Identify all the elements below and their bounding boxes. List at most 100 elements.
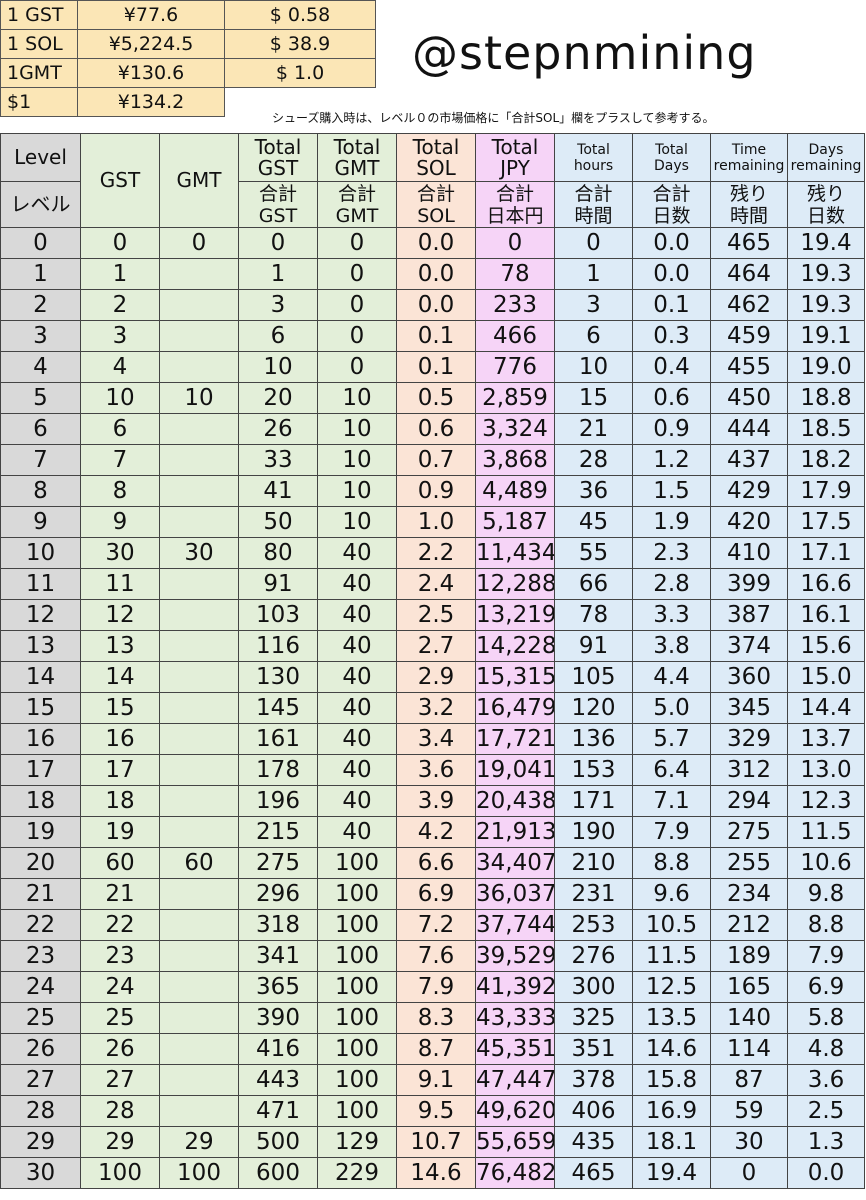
cell-gst: 1 bbox=[80, 258, 160, 290]
cell-total-days: 3.3 bbox=[632, 599, 711, 631]
cell-total-gmt: 0 bbox=[317, 320, 397, 352]
cell-total-hours: 231 bbox=[554, 878, 633, 910]
cell-level: 4 bbox=[0, 351, 81, 383]
table-row: 14 14 130 40 2.9 15,315 105 4.4 360 15.0 bbox=[0, 661, 865, 693]
cell-level: 14 bbox=[0, 661, 81, 693]
cell-total-gmt: 0 bbox=[317, 227, 397, 259]
cell-gmt bbox=[159, 909, 239, 941]
cell-gst: 10 bbox=[80, 382, 160, 414]
cell-total-sol: 6.9 bbox=[396, 878, 476, 910]
cell-total-days: 5.0 bbox=[632, 692, 711, 724]
cell-days-remaining: 18.2 bbox=[787, 444, 865, 476]
header-gmt: GMT bbox=[159, 133, 239, 228]
cell-gst: 23 bbox=[80, 940, 160, 972]
cell-gmt bbox=[159, 444, 239, 476]
cell-total-hours: 78 bbox=[554, 599, 633, 631]
cell-level: 19 bbox=[0, 816, 81, 848]
cell-total-days: 0.3 bbox=[632, 320, 711, 352]
cell-total-hours: 6 bbox=[554, 320, 633, 352]
cell-total-sol: 7.9 bbox=[396, 971, 476, 1003]
cell-total-sol: 8.3 bbox=[396, 1002, 476, 1034]
cell-gmt bbox=[159, 940, 239, 972]
cell-gmt bbox=[159, 413, 239, 445]
header-level-en: Level bbox=[0, 133, 81, 182]
cell-total-gst: 416 bbox=[238, 1033, 318, 1065]
cell-gmt bbox=[159, 258, 239, 290]
cell-time-remaining: 87 bbox=[710, 1064, 788, 1096]
cell-days-remaining: 18.8 bbox=[787, 382, 865, 414]
table-row: 27 27 443 100 9.1 47,447 378 15.8 87 3.6 bbox=[0, 1064, 865, 1096]
cell-gst: 29 bbox=[80, 1126, 160, 1158]
cell-gmt: 10 bbox=[159, 382, 239, 414]
cell-gst: 15 bbox=[80, 692, 160, 724]
cell-total-gmt: 100 bbox=[317, 971, 397, 1003]
cell-level: 11 bbox=[0, 568, 81, 600]
cell-total-gst: 365 bbox=[238, 971, 318, 1003]
table-row: 26 26 416 100 8.7 45,351 351 14.6 114 4.8 bbox=[0, 1033, 865, 1065]
cell-days-remaining: 16.6 bbox=[787, 568, 865, 600]
cell-total-hours: 378 bbox=[554, 1064, 633, 1096]
cell-total-gmt: 100 bbox=[317, 878, 397, 910]
cell-total-gst: 0 bbox=[238, 227, 318, 259]
cell-days-remaining: 0.0 bbox=[787, 1157, 865, 1189]
table-row: 30 100 100 600 229 14.6 76,482 465 19.4 0 0.0 bbox=[0, 1157, 865, 1189]
cell-level: 30 bbox=[0, 1157, 81, 1189]
cell-total-gst: 91 bbox=[238, 568, 318, 600]
cell-total-gmt: 0 bbox=[317, 351, 397, 383]
cell-gst: 18 bbox=[80, 785, 160, 817]
table-row: 13 13 116 40 2.7 14,228 91 3.8 374 15.6 bbox=[0, 630, 865, 662]
cell-total-gst: 1 bbox=[238, 258, 318, 290]
header-total-gst-en: Total GST bbox=[238, 133, 318, 182]
cell-total-hours: 120 bbox=[554, 692, 633, 724]
cell-total-jpy: 466 bbox=[475, 320, 555, 352]
cell-gst: 27 bbox=[80, 1064, 160, 1096]
cell-days-remaining: 10.6 bbox=[787, 847, 865, 879]
cell-days-remaining: 5.8 bbox=[787, 1002, 865, 1034]
cell-level: 8 bbox=[0, 475, 81, 507]
cell-total-gmt: 10 bbox=[317, 444, 397, 476]
cell-total-sol: 0.0 bbox=[396, 227, 476, 259]
cell-total-hours: 45 bbox=[554, 506, 633, 538]
cell-total-sol: 2.7 bbox=[396, 630, 476, 662]
rate-usd: $ 0.58 bbox=[224, 0, 376, 30]
cell-gst: 13 bbox=[80, 630, 160, 662]
cell-time-remaining: 437 bbox=[710, 444, 788, 476]
cell-total-sol: 0.1 bbox=[396, 320, 476, 352]
cell-total-jpy: 2,859 bbox=[475, 382, 555, 414]
header-total-gmt-jp: 合計 GMT bbox=[317, 181, 397, 228]
table-row: 29 29 29 500 129 10.7 55,659 435 18.1 30 1.3 bbox=[0, 1126, 865, 1158]
table-row: 17 17 178 40 3.6 19,041 153 6.4 312 13.0 bbox=[0, 754, 865, 786]
table-row: 25 25 390 100 8.3 43,333 325 13.5 140 5.8 bbox=[0, 1002, 865, 1034]
cell-total-sol: 0.0 bbox=[396, 289, 476, 321]
cell-level: 26 bbox=[0, 1033, 81, 1065]
table-row: 15 15 145 40 3.2 16,479 120 5.0 345 14.4 bbox=[0, 692, 865, 724]
cell-total-hours: 10 bbox=[554, 351, 633, 383]
cell-level: 29 bbox=[0, 1126, 81, 1158]
cell-time-remaining: 465 bbox=[710, 227, 788, 259]
cell-total-days: 2.8 bbox=[632, 568, 711, 600]
cell-total-sol: 4.2 bbox=[396, 816, 476, 848]
cell-total-hours: 55 bbox=[554, 537, 633, 569]
cell-level: 0 bbox=[0, 227, 81, 259]
rates-table: 1 GST ¥77.6 $ 0.58 1 SOL ¥5,224.5 $ 38.9 1GMT ¥… bbox=[0, 0, 376, 117]
cell-total-jpy: 16,479 bbox=[475, 692, 555, 724]
table-row: 8 8 41 10 0.9 4,489 36 1.5 429 17.9 bbox=[0, 475, 865, 507]
cell-gst: 30 bbox=[80, 537, 160, 569]
table-row: 19 19 215 40 4.2 21,913 190 7.9 275 11.5 bbox=[0, 816, 865, 848]
cell-gmt bbox=[159, 506, 239, 538]
cell-days-remaining: 14.4 bbox=[787, 692, 865, 724]
cell-time-remaining: 360 bbox=[710, 661, 788, 693]
cell-total-days: 7.9 bbox=[632, 816, 711, 848]
cell-gst: 19 bbox=[80, 816, 160, 848]
cell-total-hours: 253 bbox=[554, 909, 633, 941]
cell-total-jpy: 13,219 bbox=[475, 599, 555, 631]
cell-total-gmt: 100 bbox=[317, 847, 397, 879]
cell-total-jpy: 55,659 bbox=[475, 1126, 555, 1158]
cell-gmt: 60 bbox=[159, 847, 239, 879]
cell-total-sol: 9.1 bbox=[396, 1064, 476, 1096]
cell-total-gst: 296 bbox=[238, 878, 318, 910]
cell-level: 24 bbox=[0, 971, 81, 1003]
cell-level: 16 bbox=[0, 723, 81, 755]
cell-total-sol: 10.7 bbox=[396, 1126, 476, 1158]
cell-days-remaining: 19.0 bbox=[787, 351, 865, 383]
